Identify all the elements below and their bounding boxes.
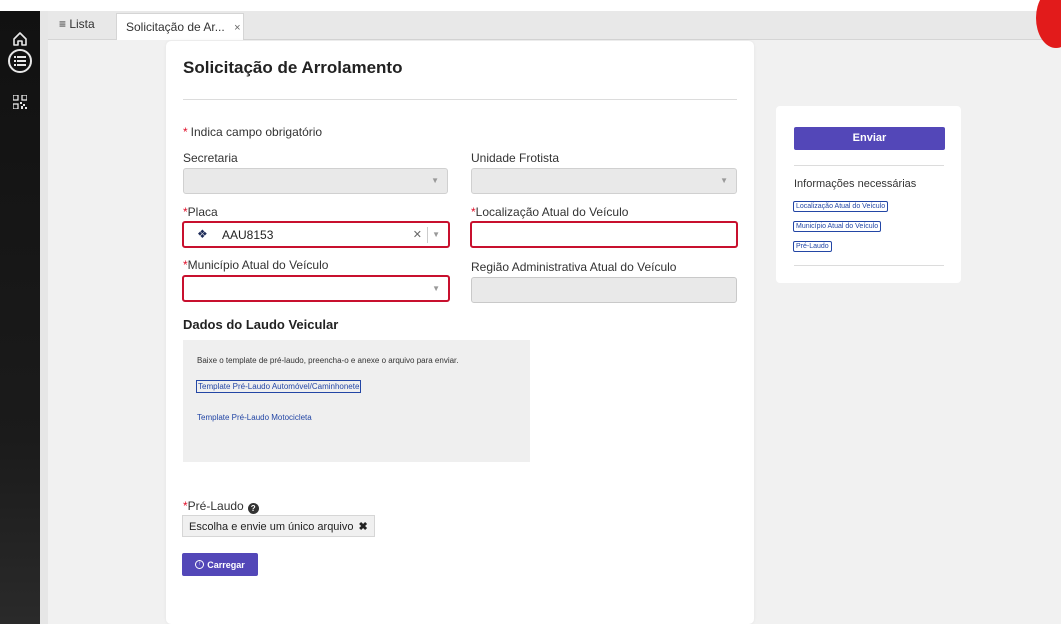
localizacao-input[interactable] (470, 221, 738, 248)
placa-label-text: Placa (187, 205, 218, 219)
home-icon[interactable] (9, 28, 31, 50)
regiao-input (471, 277, 737, 303)
title-divider (183, 99, 737, 100)
upload-button-label: Carregar (207, 559, 245, 570)
laudo-instructions: Baixe o template de pré-laudo, preencha-… (197, 356, 459, 365)
required-info-title: Informações necessárias (794, 178, 917, 190)
chevron-down-icon: ▼ (432, 284, 440, 293)
placa-value: AAU8153 (222, 228, 274, 242)
qr-code-icon[interactable] (9, 91, 31, 113)
chevron-down-icon: ▼ (432, 230, 440, 239)
prelaudo-label-text: Pré-Laudo (187, 499, 244, 513)
missing-field-tag[interactable]: Pré-Laudo (793, 241, 832, 252)
tab-solicitacao[interactable]: Solicitação de Ar... × (116, 13, 244, 41)
info-icon: ❖ (197, 227, 208, 241)
file-chooser[interactable]: Escolha e envie um único arquivo ✖ (182, 515, 375, 537)
close-icon[interactable]: × (234, 22, 240, 34)
tab-solicitacao-label: Solicitação de Ar... (126, 20, 225, 34)
municipio-label: *Município Atual do Veículo (183, 258, 328, 272)
missing-field-tag[interactable]: Município Atual do Veículo (793, 221, 882, 232)
submit-button[interactable]: Enviar (794, 127, 945, 150)
upload-icon: ↑ (195, 560, 205, 569)
gutter (40, 11, 48, 624)
page-title: Solicitação de Arrolamento (183, 58, 403, 77)
side-panel: Enviar Informações necessárias Localizaç… (776, 106, 961, 283)
placa-label: *Placa (183, 205, 218, 219)
required-star: * (183, 125, 188, 139)
side-divider (794, 265, 944, 266)
municipio-label-text: Município Atual do Veículo (187, 258, 329, 272)
prelaudo-label: *Pré-Laudo? (183, 499, 259, 514)
link-template-motocicleta[interactable]: Template Pré-Laudo Motocicleta (197, 413, 312, 422)
required-note: * Indica campo obrigatório (183, 125, 322, 139)
menu-icon[interactable] (8, 49, 32, 73)
side-divider (794, 165, 944, 166)
unidade-frotista-label: Unidade Frotista (471, 151, 560, 165)
remove-file-icon[interactable]: ✖ (358, 521, 367, 533)
link-template-automovel[interactable]: Template Pré-Laudo Automóvel/Caminhonete (196, 380, 362, 393)
file-placeholder: Escolha e envie um único arquivo (189, 521, 354, 533)
select-separator (427, 227, 428, 243)
municipio-select[interactable]: ▼ (182, 275, 450, 302)
clear-icon[interactable]: ✕ (413, 228, 422, 241)
tab-list[interactable]: ≡ Lista (59, 17, 95, 31)
required-note-text: Indica campo obrigatório (190, 125, 323, 139)
tab-bar: ≡ Lista Solicitação de Ar... × (48, 11, 1061, 41)
chevron-down-icon: ▼ (431, 176, 439, 185)
missing-field-tag[interactable]: Localização Atual do Veículo (793, 201, 889, 212)
unidade-frotista-select[interactable]: ▼ (471, 168, 737, 194)
placa-select[interactable]: ❖ AAU8153 ✕ ▼ (182, 221, 450, 248)
top-strip (0, 0, 1061, 11)
upload-button[interactable]: ↑ Carregar (182, 553, 258, 576)
localizacao-label: *Localização Atual do Veículo (471, 205, 628, 219)
help-icon[interactable]: ? (247, 503, 259, 514)
localizacao-label-text: Localização Atual do Veículo (475, 205, 629, 219)
section-title-laudo: Dados do Laudo Veicular (183, 317, 339, 332)
form-card: Solicitação de Arrolamento * Indica campo… (166, 41, 754, 624)
laudo-template-box: Baixe o template de pré-laudo, preencha-… (183, 340, 530, 462)
secretaria-select[interactable]: ▼ (183, 168, 448, 194)
regiao-label: Região Administrativa Atual do Veículo (471, 260, 677, 274)
chevron-down-icon: ▼ (720, 176, 728, 185)
left-navigation-bar (0, 11, 40, 624)
secretaria-label: Secretaria (183, 151, 238, 165)
